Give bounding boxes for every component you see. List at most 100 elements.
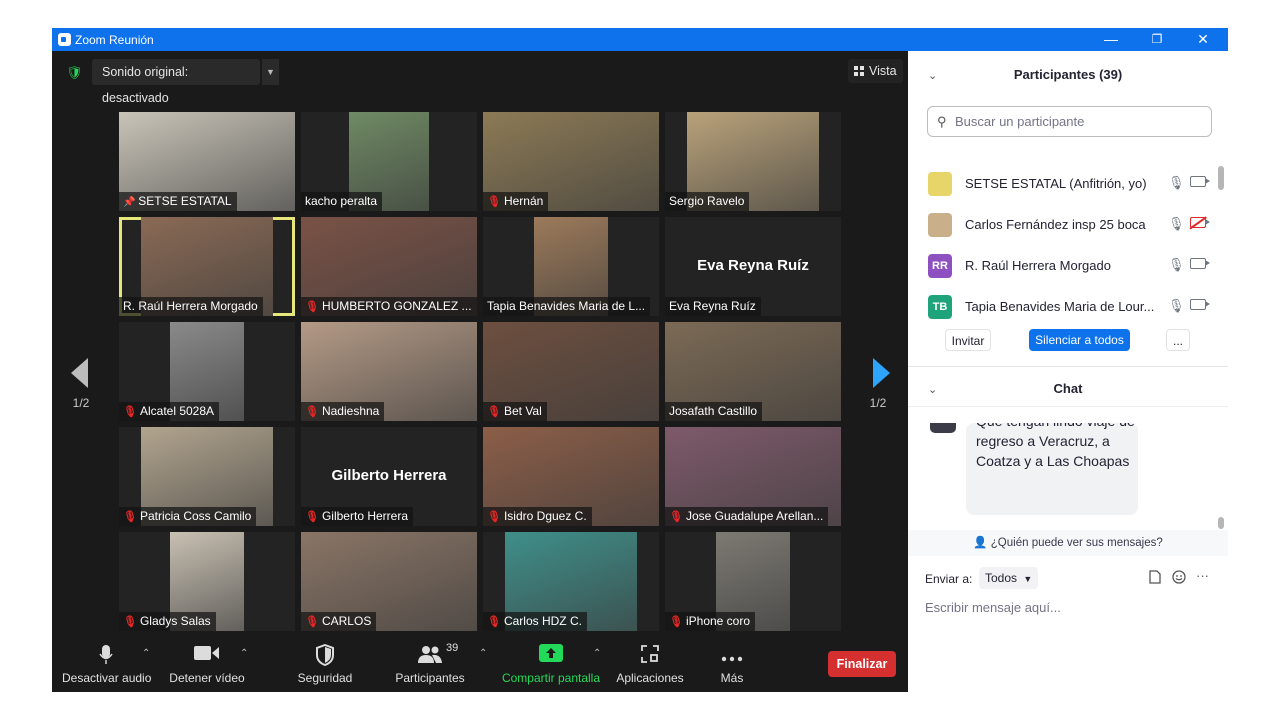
participant-name: Carlos Fernández insp 25 boca [965, 217, 1146, 232]
muted-mic-icon: 🎙 [487, 196, 501, 208]
tile-name-label: 🎙 Carlos HDZ C. [483, 612, 587, 631]
video-off-icon[interactable] [1190, 217, 1210, 228]
video-tile[interactable]: kacho peralta [301, 112, 477, 211]
view-label: Vista [869, 64, 897, 78]
video-tile[interactable]: Gilberto Herrera 🎙 Gilberto Herrera [301, 427, 477, 526]
microphone-icon[interactable]: 🎙 [1168, 257, 1185, 273]
muted-mic-icon: 🎙 [305, 301, 319, 313]
scrollbar-thumb[interactable] [1218, 166, 1224, 190]
video-tile[interactable]: 🎙 Carlos HDZ C. [483, 532, 659, 631]
chat-avatar [930, 423, 956, 433]
tile-name-text: Isidro Dguez C. [503, 509, 587, 523]
video-tile[interactable]: 🎙 Isidro Dguez C. [483, 427, 659, 526]
person-lock-icon: 👤 [973, 537, 988, 549]
encryption-shield-icon[interactable]: 🛡 [66, 65, 83, 80]
tile-name-text: Josafath Castillo [669, 404, 758, 418]
tile-name-label: Eva Reyna Ruíz [665, 297, 761, 316]
tile-name-label: R. Raúl Herrera Morgado [119, 297, 263, 316]
participant-list-scrollbar[interactable] [1218, 166, 1224, 336]
avatar [928, 172, 952, 196]
participant-name: Tapia Benavides Maria de Lour... [965, 299, 1155, 314]
tile-name-text: Jose Guadalupe Arellan... [685, 509, 824, 523]
chat-divider [908, 406, 1228, 407]
zoom-window: Zoom Reunión — ❐ ✕ 🛡 Sonido original: de… [52, 28, 1228, 692]
muted-mic-icon: 🎙 [123, 511, 137, 523]
apps-button[interactable]: Aplicaciones [614, 644, 686, 685]
video-tile[interactable]: R. Raúl Herrera Morgado [119, 217, 295, 316]
participants-options-chevron-icon[interactable]: ⌃ [479, 648, 487, 659]
mute-all-button[interactable]: Silenciar a todos [1029, 329, 1130, 351]
participant-row[interactable]: SETSE ESTATAL (Anfitrión, yo) 🎙 [928, 171, 1210, 197]
microphone-icon[interactable]: 🎙 [1168, 216, 1185, 232]
original-sound-button[interactable]: Sonido original: desactivado [92, 59, 260, 105]
send-to-dropdown[interactable]: Todos ▼ [979, 567, 1039, 589]
security-button[interactable]: Seguridad [292, 643, 358, 685]
tile-name-text: Carlos HDZ C. [503, 614, 582, 628]
participant-name: SETSE ESTATAL (Anfitrión, yo) [965, 176, 1147, 191]
window-title: Zoom Reunión [75, 33, 154, 47]
video-tile[interactable]: 📌 SETSE ESTATAL [119, 112, 295, 211]
video-options-chevron-icon[interactable]: ⌃ [240, 648, 248, 659]
restore-button[interactable]: ❐ [1134, 28, 1180, 51]
stop-video-button[interactable]: Detener vídeo [167, 644, 247, 685]
video-tile[interactable]: 🎙 Hernán [483, 112, 659, 211]
participant-search-placeholder: Buscar un participante [955, 114, 1085, 129]
scrollbar-thumb[interactable] [1218, 517, 1224, 529]
tile-name-text: HUMBERTO GONZALEZ ... [321, 299, 472, 313]
audio-options-chevron-icon[interactable]: ⌃ [142, 648, 150, 659]
video-tile[interactable]: 🎙 Bet Val [483, 322, 659, 421]
video-tile[interactable]: 🎙 iPhone coro [665, 532, 841, 631]
participant-row[interactable]: RR R. Raúl Herrera Morgado 🎙 [928, 253, 1210, 279]
video-camera-icon[interactable] [1190, 299, 1210, 310]
tile-name-label: 🎙 Hernán [483, 192, 549, 211]
tile-name-text: Tapia Benavides Maria de L... [487, 299, 646, 313]
view-button[interactable]: Vista [848, 59, 903, 83]
muted-mic-icon: 🎙 [305, 511, 319, 523]
video-tile[interactable]: Eva Reyna Ruíz Eva Reyna Ruíz [665, 217, 841, 316]
chat-message-input[interactable]: Escribir mensaje aquí... [925, 600, 1061, 615]
participant-row[interactable]: Carlos Fernández insp 25 boca 🎙 [928, 212, 1210, 238]
emoji-icon[interactable] [1172, 570, 1186, 587]
chat-more-icon[interactable]: ··· [1196, 568, 1209, 583]
who-can-see-messages-link[interactable]: 👤 ¿Quién puede ver sus mensajes? [908, 530, 1228, 556]
avatar: TB [928, 295, 952, 319]
tile-name-text: Sergio Ravelo [669, 194, 745, 208]
video-tile[interactable]: 🎙 Patricia Coss Camilo [119, 427, 295, 526]
chat-scrollbar[interactable] [1218, 439, 1224, 529]
grid-view-icon [854, 66, 864, 76]
video-camera-icon[interactable] [1190, 258, 1210, 269]
title-bar: Zoom Reunión — ❐ ✕ [52, 28, 1228, 51]
side-panel: ⌄ Participantes (39) ⚲ Buscar un partici… [908, 51, 1228, 692]
close-button[interactable]: ✕ [1180, 28, 1226, 51]
video-camera-icon[interactable] [1190, 176, 1210, 187]
video-tile[interactable]: 🎙 Jose Guadalupe Arellan... [665, 427, 841, 526]
participant-row[interactable]: TB Tapia Benavides Maria de Lour... 🎙 [928, 294, 1210, 320]
mute-audio-button[interactable]: Desactivar audio [62, 644, 151, 685]
video-tile[interactable]: 🎙 Nadieshna [301, 322, 477, 421]
next-page-arrow-icon[interactable] [872, 358, 890, 388]
microphone-icon[interactable]: 🎙 [1168, 175, 1185, 191]
participants-more-button[interactable]: ... [1166, 329, 1190, 351]
end-meeting-button[interactable]: Finalizar [828, 651, 896, 677]
share-screen-button[interactable]: Compartir pantalla [500, 644, 602, 685]
video-tile[interactable]: Tapia Benavides Maria de L... [483, 217, 659, 316]
share-options-chevron-icon[interactable]: ⌃ [593, 648, 601, 659]
invite-button[interactable]: Invitar [945, 329, 991, 351]
prev-page-arrow-icon[interactable] [71, 358, 89, 388]
chevron-down-icon[interactable]: ▼ [261, 59, 279, 85]
tile-name-text: Bet Val [503, 404, 542, 418]
video-tile[interactable]: 🎙 Alcatel 5028A [119, 322, 295, 421]
video-tile[interactable]: 🎙 CARLOS [301, 532, 477, 631]
more-button[interactable]: Más [712, 644, 752, 685]
video-tile[interactable]: Sergio Ravelo [665, 112, 841, 211]
minimize-button[interactable]: — [1088, 28, 1134, 51]
participant-name: R. Raúl Herrera Morgado [965, 258, 1111, 273]
file-icon[interactable] [1149, 570, 1161, 587]
tile-name-label: Tapia Benavides Maria de L... [483, 297, 651, 316]
participant-search-input[interactable]: ⚲ Buscar un participante [927, 106, 1212, 137]
video-tile[interactable]: Josafath Castillo [665, 322, 841, 421]
video-tile[interactable]: 🎙 Gladys Salas [119, 532, 295, 631]
pin-icon: 📌 [123, 197, 139, 208]
video-tile[interactable]: 🎙 HUMBERTO GONZALEZ ... [301, 217, 477, 316]
microphone-icon[interactable]: 🎙 [1168, 298, 1185, 314]
